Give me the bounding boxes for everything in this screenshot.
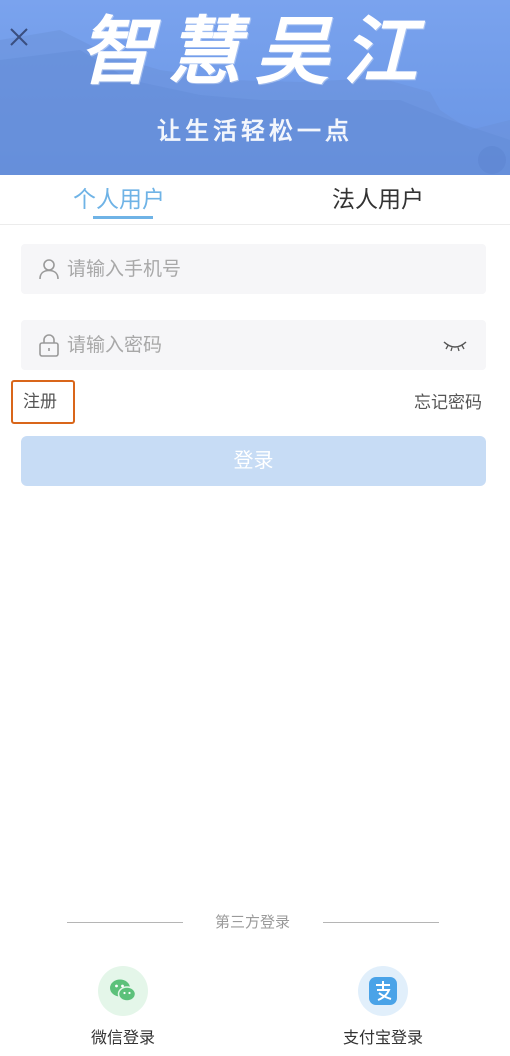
wechat-icon-circle: [98, 966, 148, 1016]
alipay-login-label: 支付宝登录: [342, 1028, 423, 1047]
header-banner: 智慧吴江 让生活轻松一点: [0, 0, 510, 175]
password-input[interactable]: [67, 320, 447, 370]
tab-personal-user[interactable]: 个人用户: [73, 184, 165, 216]
lock-icon: [39, 334, 59, 357]
phone-input[interactable]: [67, 244, 447, 294]
alipay-login-button[interactable]: 支付宝登录: [333, 966, 433, 1048]
tab-legal-user[interactable]: 法人用户: [332, 184, 424, 216]
alipay-icon: [369, 977, 397, 1005]
password-field: [21, 320, 486, 370]
user-type-tabs: 个人用户 法人用户: [0, 175, 510, 225]
register-link[interactable]: 注册: [11, 380, 75, 424]
eye-closed-icon[interactable]: [442, 334, 468, 356]
app-logo-title: 智慧吴江: [79, 9, 431, 95]
phone-field: [21, 244, 486, 294]
login-button[interactable]: 登录: [21, 436, 486, 486]
wechat-login-label: 微信登录: [90, 1028, 155, 1047]
active-tab-indicator: [93, 216, 153, 219]
forgot-password-link[interactable]: 忘记密码: [414, 392, 482, 414]
divider-right: [323, 922, 439, 923]
wechat-login-button[interactable]: 微信登录: [73, 966, 173, 1048]
app-slogan: 让生活轻松一点: [157, 117, 353, 145]
wechat-icon: [110, 979, 137, 1002]
alipay-icon-circle: [358, 966, 408, 1016]
user-icon: [39, 259, 59, 280]
